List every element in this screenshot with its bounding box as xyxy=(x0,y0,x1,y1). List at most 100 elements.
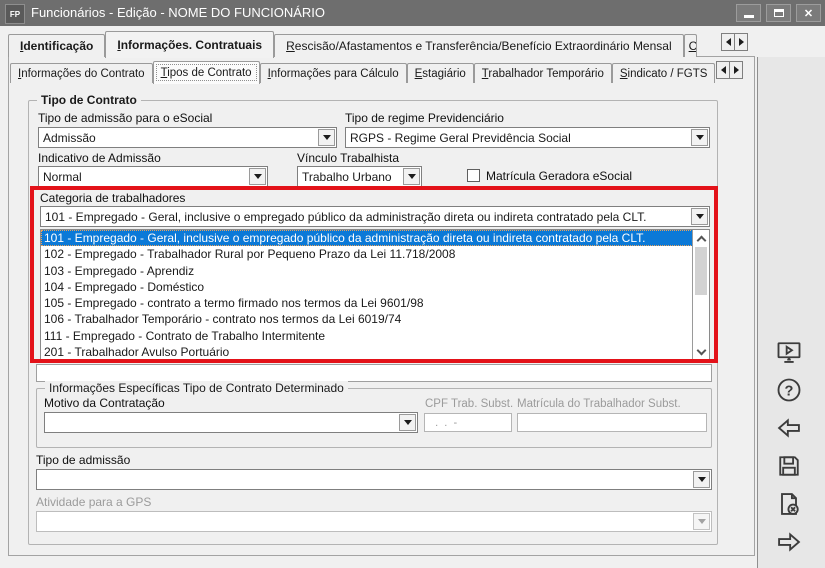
label-atividade-gps: Atividade para a GPS xyxy=(36,495,152,509)
next-record-button[interactable] xyxy=(770,526,808,558)
window-title: Funcionários - Edição - NOME DO FUNCIONÁ… xyxy=(31,5,326,20)
tab-scroll-left-button[interactable] xyxy=(721,33,735,51)
categoria-dropdown-list: 101 - Empregado - Geral, inclusive o emp… xyxy=(40,229,710,361)
scroll-down-button[interactable] xyxy=(693,344,709,360)
tab-tipos-de-contrato[interactable]: Tipos de Contrato xyxy=(152,61,260,84)
maximize-button[interactable] xyxy=(766,4,791,22)
close-button[interactable]: ✕ xyxy=(796,4,821,22)
help-icon: ? xyxy=(777,378,801,402)
arrow-left-icon xyxy=(722,38,731,46)
groupbox-title: Tipo de Contrato xyxy=(37,93,141,107)
arrow-left-icon xyxy=(717,66,726,74)
minimize-icon xyxy=(743,15,754,18)
tab-informacoes-contratuais[interactable]: Informações. Contratuais xyxy=(105,31,275,58)
label-categoria-trabalhadores: Categoria de trabalhadores xyxy=(40,191,186,205)
label-vinculo-trabalhista: Vínculo Trabalhista xyxy=(297,151,400,165)
tab-sindicato-fgts[interactable]: Sindicato / FGTS xyxy=(611,63,716,83)
combo-motivo-contratacao[interactable] xyxy=(44,412,418,433)
combo-value: Normal xyxy=(43,169,82,184)
dropdown-button[interactable] xyxy=(399,414,416,431)
arrow-left-icon xyxy=(777,418,800,438)
checkbox-matricula-geradora-esocial[interactable] xyxy=(467,169,480,182)
tab-partial-next[interactable]: C xyxy=(683,34,697,57)
tab-informacoes-do-contrato[interactable]: Informações do Contrato xyxy=(10,63,153,83)
label-motivo-contratacao: Motivo da Contratação xyxy=(44,396,165,410)
cancel-record-button[interactable] xyxy=(770,488,808,520)
combo-tipo-admissao[interactable] xyxy=(36,469,712,490)
minimize-button[interactable] xyxy=(736,4,761,22)
scrollbar[interactable] xyxy=(692,230,709,360)
chevron-down-icon xyxy=(696,345,706,355)
list-item[interactable]: 201 - Trabalhador Avulso Portuário xyxy=(41,344,709,360)
combo-categoria-trabalhadores[interactable]: 101 - Empregado - Geral, inclusive o emp… xyxy=(40,206,710,227)
label-cpf-trab-subst: CPF Trab. Subst. xyxy=(425,398,514,410)
label-tipo-admissao: Tipo de admissão xyxy=(36,453,131,467)
maximize-icon xyxy=(773,9,784,17)
chevron-down-icon xyxy=(697,519,706,528)
list-item[interactable]: 104 - Empregado - Doméstico xyxy=(41,279,709,295)
dropdown-button[interactable] xyxy=(403,168,420,185)
cancel-document-icon xyxy=(781,493,799,515)
scroll-up-button[interactable] xyxy=(693,230,709,246)
chevron-down-icon xyxy=(407,174,416,183)
scrollbar-thumb[interactable] xyxy=(695,247,707,295)
tabstrip-main: Identificação Informações. Contratuais R… xyxy=(8,30,697,58)
tab-informacoes-para-calculo[interactable]: Informações para Cálculo xyxy=(259,63,407,83)
combo-vinculo-trabalhista[interactable]: Trabalho Urbano xyxy=(297,166,422,187)
combo-indicativo-admissao[interactable]: Normal xyxy=(38,166,268,187)
combo-tipo-regime[interactable]: RGPS - Regime Geral Previdência Social xyxy=(345,127,710,148)
dropdown-button xyxy=(693,513,710,530)
combo-value: Admissão xyxy=(43,130,96,145)
dropdown-button[interactable] xyxy=(249,168,266,185)
label-matricula-geradora-esocial: Matrícula Geradora eSocial xyxy=(486,169,633,183)
dropdown-button[interactable] xyxy=(691,129,708,146)
dropdown-button[interactable] xyxy=(693,471,710,488)
groupbox-title: Informações Específicas Tipo de Contrato… xyxy=(45,381,348,395)
empty-text-field[interactable] xyxy=(36,364,712,382)
svg-text:?: ? xyxy=(785,383,794,399)
previous-record-button[interactable] xyxy=(770,412,808,444)
label-tipo-admissao-esocial: Tipo de admissão para o eSocial xyxy=(38,111,213,125)
input-mask: . . - xyxy=(429,416,458,429)
save-button[interactable] xyxy=(770,450,808,482)
arrow-right-icon xyxy=(778,532,801,552)
chevron-down-icon xyxy=(322,135,331,144)
chevron-down-icon xyxy=(695,135,704,144)
app-icon: FP xyxy=(5,4,25,24)
presentation-icon xyxy=(777,342,801,363)
funcionarios-edicao-window: { "window": { "title": "Funcionários - E… xyxy=(0,0,825,568)
combo-tipo-admissao-esocial[interactable]: Admissão xyxy=(38,127,337,148)
tab-rescisao-afastamentos[interactable]: Rescisão/Afastamentos e Transferência/Be… xyxy=(274,34,684,57)
chevron-down-icon xyxy=(253,174,262,183)
tab-scroll-right-button[interactable] xyxy=(734,33,748,51)
input-cpf-trab-subst[interactable]: . . - xyxy=(424,413,512,432)
help-button[interactable]: ? xyxy=(770,374,808,406)
arrow-right-icon xyxy=(738,38,748,46)
list-item[interactable]: 106 - Trabalhador Temporário - contrato … xyxy=(41,311,709,327)
list-item[interactable]: 105 - Empregado - contrato a termo firma… xyxy=(41,295,709,311)
chevron-down-icon xyxy=(697,477,706,486)
tab-estagiario[interactable]: Estagiário xyxy=(406,63,474,83)
combo-value: 101 - Empregado - Geral, inclusive o emp… xyxy=(45,209,647,224)
list-item[interactable]: 102 - Empregado - Trabalhador Rural por … xyxy=(41,246,709,262)
tabstrip-contrato: Informações do Contrato Tipos de Contrat… xyxy=(10,60,716,84)
label-tipo-regime: Tipo de regime Previdenciário xyxy=(345,111,504,125)
tab-scroll-right-button[interactable] xyxy=(729,61,743,79)
preview-screen-button[interactable] xyxy=(770,336,808,368)
tabstrip-main-scroller xyxy=(721,33,748,51)
list-item[interactable]: 103 - Empregado - Aprendiz xyxy=(41,263,709,279)
tabstrip-contrato-scroller xyxy=(716,61,743,79)
chevron-down-icon xyxy=(695,214,704,223)
titlebar: FP Funcionários - Edição - NOME DO FUNCI… xyxy=(0,0,825,26)
tab-trabalhador-temporario[interactable]: Trabalhador Temporário xyxy=(473,63,612,83)
dropdown-button[interactable] xyxy=(318,129,335,146)
input-matricula-trab-subst[interactable] xyxy=(517,413,707,432)
combo-atividade-gps xyxy=(36,511,712,532)
dropdown-button[interactable] xyxy=(691,208,708,225)
label-indicativo-admissao: Indicativo de Admissão xyxy=(38,151,161,165)
combo-value: Trabalho Urbano xyxy=(302,169,392,184)
tab-scroll-left-button[interactable] xyxy=(716,61,730,79)
list-item[interactable]: 111 - Empregado - Contrato de Trabalho I… xyxy=(41,328,709,344)
tab-identificacao[interactable]: Identificação xyxy=(8,34,106,57)
list-item[interactable]: 101 - Empregado - Geral, inclusive o emp… xyxy=(41,230,709,247)
